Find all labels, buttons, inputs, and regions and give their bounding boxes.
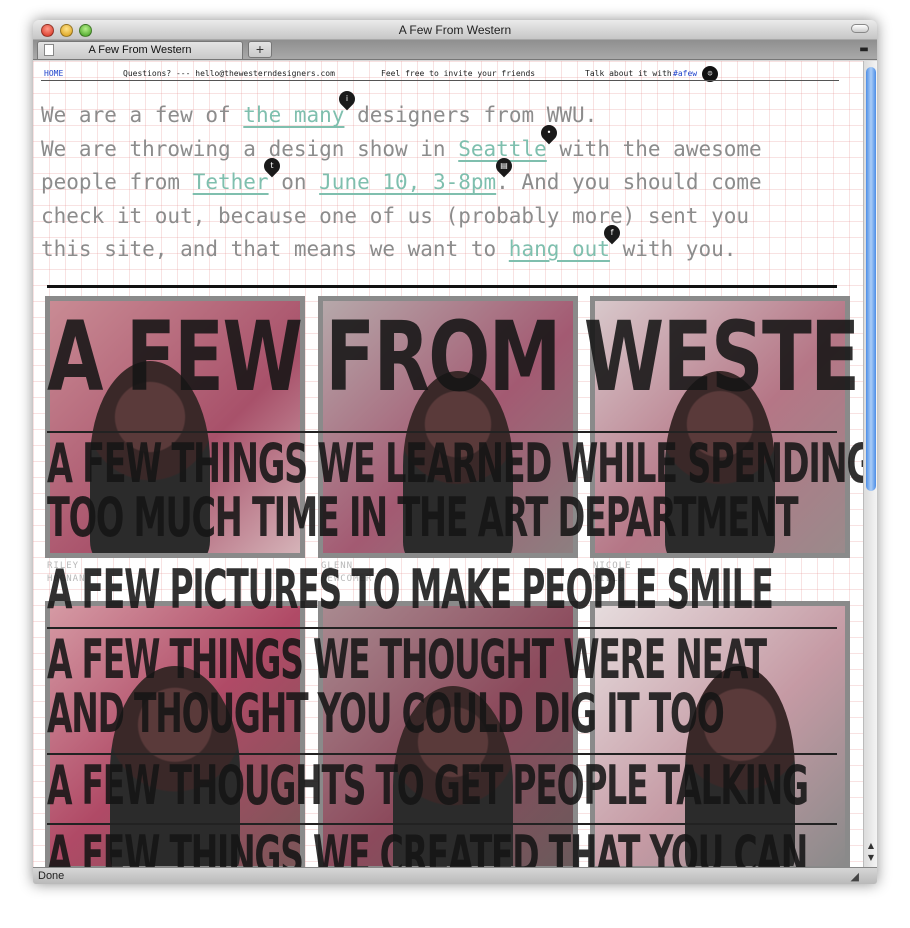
new-tab-button[interactable]: + [248,41,272,58]
nav-invite-text[interactable]: Feel free to invite your friends [381,69,535,78]
intro-text: this site, and that means we want to [41,237,509,261]
status-text: Done [38,870,65,882]
nav-contact-text[interactable]: Questions? --- hello@thewesterndesigners… [123,69,335,78]
status-bar: Done ◢ [33,867,877,884]
section-divider [47,285,837,288]
nav-hashtag-link[interactable]: #afew [673,69,697,78]
marker-glyph: ▤ [500,161,508,170]
tab-active[interactable]: A Few From Western [37,41,243,59]
marker-pin-icon[interactable]: i [335,87,359,111]
tab-bar: A Few From Western + ▬ [33,40,877,60]
tether-pin-icon[interactable]: t [260,154,284,178]
nav-divider [41,80,839,81]
nav-home-link[interactable]: HOME [44,69,63,78]
browser-window: A Few From Western A Few From Western + … [33,20,877,884]
pictures-headline[interactable]: A FEW PICTURES TO MAKE PEOPLE SMILE [47,561,774,619]
intro-text: . And you should come [496,170,762,194]
talking-headline[interactable]: A FEW THOUGHTS TO GET PEOPLE TALKING [47,757,809,815]
learned-headline-line-1[interactable]: A FEW THINGS WE LEARNED WHILE SPENDING [47,435,863,493]
nav-talk-text: Talk about it with [585,69,672,78]
marker-glyph: i [345,94,349,103]
page-top-nav: HOME Questions? --- hello@thewesterndesi… [33,61,863,82]
date-link[interactable]: June 10, 3-8pm [319,170,496,194]
marker-glyph: f [610,228,614,237]
hang-out-link[interactable]: hang out [509,237,610,261]
intro-line-1: We are a few of the many designers from … [41,99,841,133]
intro-text: with you. [609,237,737,261]
intro-text: We are throwing a design show in [41,136,459,161]
scroll-down-arrow-icon[interactable]: ▼ [866,853,876,863]
scroll-thumb[interactable] [866,67,876,491]
neat-headline-line-1[interactable]: A FEW THINGS WE THOUGHT WERE NEAT [47,631,767,689]
intro-line-4: check it out, because one of us (probabl… [41,203,750,228]
intro-text: We are a few of [41,103,244,127]
window-title: A Few From Western [398,23,512,37]
marker-glyph: • [546,128,552,137]
facebook-pin-icon[interactable]: f [600,221,624,245]
intro-text: designers from WWU. [344,103,598,127]
toolbar-toggle-button[interactable] [851,24,869,33]
the-many-link[interactable]: the many [243,103,344,127]
title-bar: A Few From Western [33,20,877,40]
vertical-scrollbar[interactable]: ▲ ▼ [863,61,877,867]
intro-line-2: We are throwing a design show in Seattle… [41,133,841,167]
learned-headline-line-2[interactable]: TOO MUCH TIME IN THE ART DEPARTMENT [47,489,799,547]
intro-line-3: people from Tether on June 10, 3-8pm. An… [41,166,841,200]
resize-grip-icon[interactable]: ◢ [851,870,859,883]
intro-text: people from [41,170,193,194]
calendar-pin-icon[interactable]: ▤ [492,154,516,178]
created-headline[interactable]: A FEW THINGS WE CREATED THAT YOU CAN [47,827,808,868]
intro-line-5: this site, and that means we want to han… [41,233,841,267]
tab-overflow-icon[interactable]: ▬ [857,44,871,56]
scroll-up-arrow-icon[interactable]: ▲ [866,841,876,851]
location-pin-icon[interactable]: • [537,121,561,145]
tab-label: A Few From Western [88,44,192,56]
main-headline: A FEW FROM WESTERN [47,301,863,413]
intro-paragraph: We are a few of the many designers from … [41,99,841,267]
marker-glyph: t [270,161,274,170]
page-viewport: HOME Questions? --- hello@thewesterndesi… [33,61,863,867]
intro-text: with the awesome [546,136,762,161]
tether-link[interactable]: Tether [193,170,269,194]
neat-headline-line-2[interactable]: AND THOUGHT YOU COULD DIG IT TOO [47,685,725,743]
